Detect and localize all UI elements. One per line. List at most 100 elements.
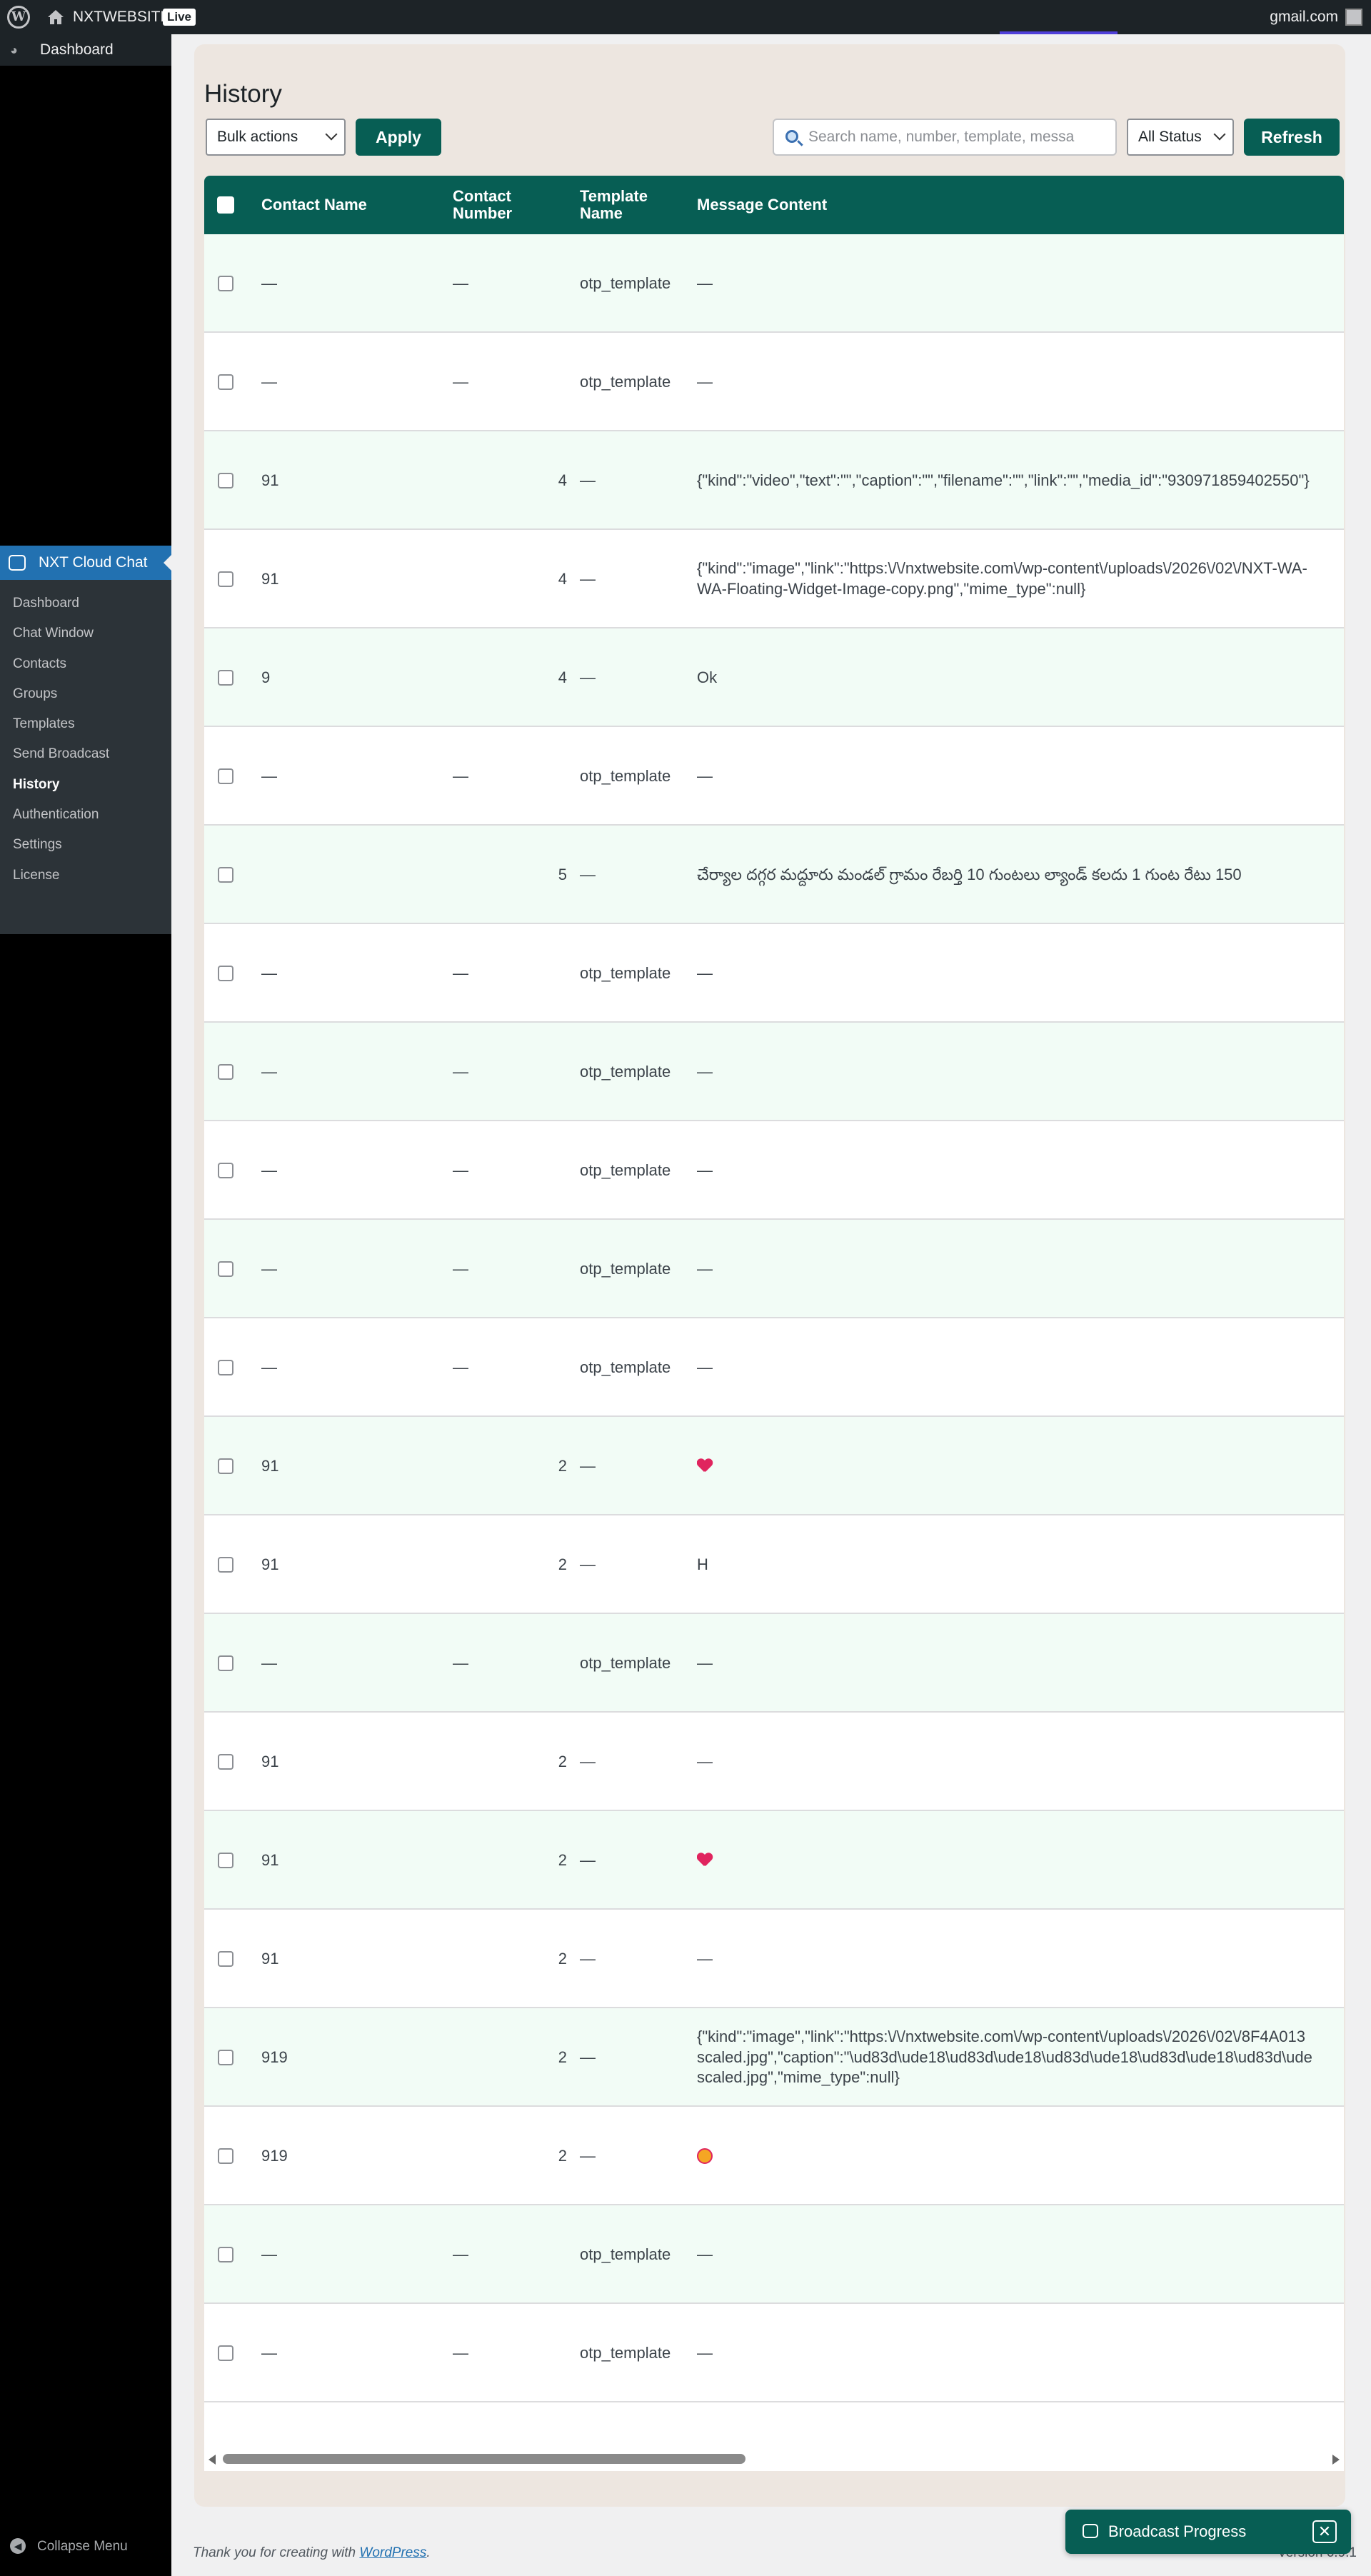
table-row[interactable]: — — otp_template — <box>204 1121 1344 1220</box>
row-checkbox[interactable] <box>218 768 233 784</box>
table-row[interactable]: 919 2 — <box>204 2107 1344 2205</box>
table-row[interactable]: — — otp_template — <box>204 1220 1344 1318</box>
table-row[interactable]: 91 2 — <box>204 1417 1344 1515</box>
table-row[interactable]: 91 2 — <box>204 1811 1344 1910</box>
row-checkbox[interactable] <box>218 1261 233 1277</box>
submenu-groups[interactable]: Groups <box>0 679 171 709</box>
submenu-templates[interactable]: Templates <box>0 709 171 739</box>
message-text: — <box>697 274 713 292</box>
wordpress-logo-icon[interactable]: W <box>7 6 30 29</box>
admin-sidebar: ◕ Dashboard NXT Cloud Chat Dashboard Cha… <box>0 34 172 2576</box>
contact-name-cell: 91 <box>261 1851 279 1869</box>
template-name-cell: — <box>580 2048 596 2066</box>
submenu-chat-window[interactable]: Chat Window <box>0 618 171 648</box>
table-row[interactable]: — — otp_template — <box>204 2304 1344 2402</box>
contact-name-cell: — <box>261 1654 277 1672</box>
table-row[interactable]: — — otp_template — <box>204 333 1344 431</box>
row-checkbox[interactable] <box>218 1853 233 1868</box>
column-template-name[interactable]: Template Name <box>580 176 658 234</box>
row-checkbox[interactable] <box>218 1754 233 1770</box>
table-row[interactable]: 9 4 — Ok <box>204 628 1344 727</box>
column-message-content[interactable]: Message Content <box>697 176 827 234</box>
table-row[interactable]: — — otp_template — <box>204 2205 1344 2304</box>
submenu-contacts[interactable]: Contacts <box>0 649 171 679</box>
row-checkbox[interactable] <box>218 670 233 686</box>
table-row[interactable]: — — otp_template — <box>204 1023 1344 1121</box>
footer-thanks-prefix: Thank you for creating with <box>193 2545 360 2560</box>
message-content-cell: — <box>697 1614 1344 1713</box>
submenu-authentication[interactable]: Authentication <box>0 800 171 830</box>
wordpress-link[interactable]: WordPress <box>359 2545 426 2560</box>
table-row[interactable]: 91 2 — — <box>204 1910 1344 2008</box>
account-name[interactable]: gmail.com <box>1270 0 1338 34</box>
scroll-left-icon[interactable] <box>209 2455 216 2465</box>
submenu-dashboard[interactable]: Dashboard <box>0 588 171 618</box>
row-checkbox[interactable] <box>218 2148 233 2164</box>
bulk-actions-select[interactable]: Bulk actions <box>206 119 346 156</box>
row-checkbox[interactable] <box>218 1951 233 1967</box>
close-button[interactable]: ✕ <box>1312 2520 1337 2543</box>
table-row[interactable]: — — otp_template — <box>204 727 1344 826</box>
row-checkbox[interactable] <box>218 473 233 488</box>
submenu-send-broadcast[interactable]: Send Broadcast <box>0 739 171 769</box>
table-row[interactable]: 91 4 — {"kind":"video","text":"","caption":… <box>204 431 1344 530</box>
contact-number-cell: 2 <box>558 2048 567 2066</box>
scroll-right-icon[interactable] <box>1332 2455 1340 2465</box>
row-checkbox[interactable] <box>218 1655 233 1671</box>
submenu-history[interactable]: History <box>0 770 171 800</box>
message-text: — <box>697 2343 713 2362</box>
row-checkbox[interactable] <box>218 1458 233 1474</box>
submenu-license[interactable]: License <box>0 861 171 891</box>
contact-name-cell: 919 <box>261 2048 288 2066</box>
heart-icon <box>697 1853 713 1868</box>
row-checkbox[interactable] <box>218 2345 233 2361</box>
template-name-cell: — <box>580 866 596 883</box>
table-row[interactable]: — — otp_template — <box>204 1318 1344 1417</box>
select-all-checkbox[interactable] <box>217 196 234 214</box>
message-content-cell: {"kind":"image","link":"https:\/\/nxtweb… <box>697 2008 1344 2107</box>
sidebar-item-dashboard[interactable]: ◕ Dashboard <box>0 34 171 66</box>
status-filter-select[interactable]: All Status <box>1127 119 1234 156</box>
row-checkbox[interactable] <box>218 867 233 883</box>
row-checkbox[interactable] <box>218 1360 233 1375</box>
table-row[interactable]: 91 4 — {"kind":"image","link":"https:\/\/nx… <box>204 530 1344 628</box>
sidebar-item-nxt-cloud-chat[interactable]: NXT Cloud Chat <box>0 546 172 580</box>
row-checkbox[interactable] <box>218 1064 233 1080</box>
row-checkbox[interactable] <box>218 1557 233 1573</box>
submenu-settings[interactable]: Settings <box>0 830 171 860</box>
site-name-link[interactable]: NXTWEBSITE <box>73 0 171 34</box>
row-checkbox[interactable] <box>218 1163 233 1178</box>
row-checkbox[interactable] <box>218 2050 233 2065</box>
horizontal-scrollbar[interactable] <box>204 2447 1344 2471</box>
table-row[interactable]: 91 2 — — <box>204 1713 1344 1811</box>
row-checkbox[interactable] <box>218 374 233 390</box>
row-checkbox[interactable] <box>218 966 233 981</box>
scrollbar-thumb[interactable] <box>223 2454 745 2464</box>
table-row[interactable]: — — otp_template — <box>204 234 1344 333</box>
home-icon[interactable] <box>47 9 64 25</box>
table-row[interactable]: 919 2 — {"kind":"image","link":"https:\/\/n… <box>204 2008 1344 2107</box>
apply-button[interactable]: Apply <box>356 119 441 156</box>
template-name-cell: otp_template <box>580 1654 671 1672</box>
avatar[interactable] <box>1345 9 1362 26</box>
table-row[interactable]: — — otp_template — <box>204 1614 1344 1713</box>
table-row[interactable]: — — otp_template — <box>204 924 1344 1023</box>
table-row[interactable]: 5 — చేర్యాల దగ్గర మద్దూరు మండల్ గ్రామం రేబ… <box>204 826 1344 924</box>
contact-number-cell: — <box>453 1358 468 1376</box>
broadcast-progress-toast[interactable]: Broadcast Progress ✕ <box>1065 2510 1351 2554</box>
contact-number-cell: 4 <box>558 471 567 489</box>
row-checkbox[interactable] <box>218 2247 233 2262</box>
message-content-cell: — <box>697 1318 1344 1417</box>
row-checkbox[interactable] <box>218 276 233 291</box>
collapse-menu-button[interactable]: ◀ Collapse Menu <box>0 2528 171 2565</box>
contact-number-cell: — <box>453 1654 468 1672</box>
search-input[interactable]: Search name, number, template, messa <box>773 119 1117 156</box>
column-contact-name[interactable]: Contact Name <box>261 176 367 234</box>
template-name-cell: otp_template <box>580 2245 671 2263</box>
refresh-button[interactable]: Refresh <box>1244 119 1340 156</box>
row-checkbox[interactable] <box>218 571 233 587</box>
column-contact-number[interactable]: Contact Number <box>453 176 531 234</box>
table-row[interactable]: 91 2 — H <box>204 1515 1344 1614</box>
contact-name-cell: — <box>261 2245 277 2263</box>
message-text: {"kind":"image","link":"https:\/\/nxtweb… <box>697 2028 1312 2087</box>
